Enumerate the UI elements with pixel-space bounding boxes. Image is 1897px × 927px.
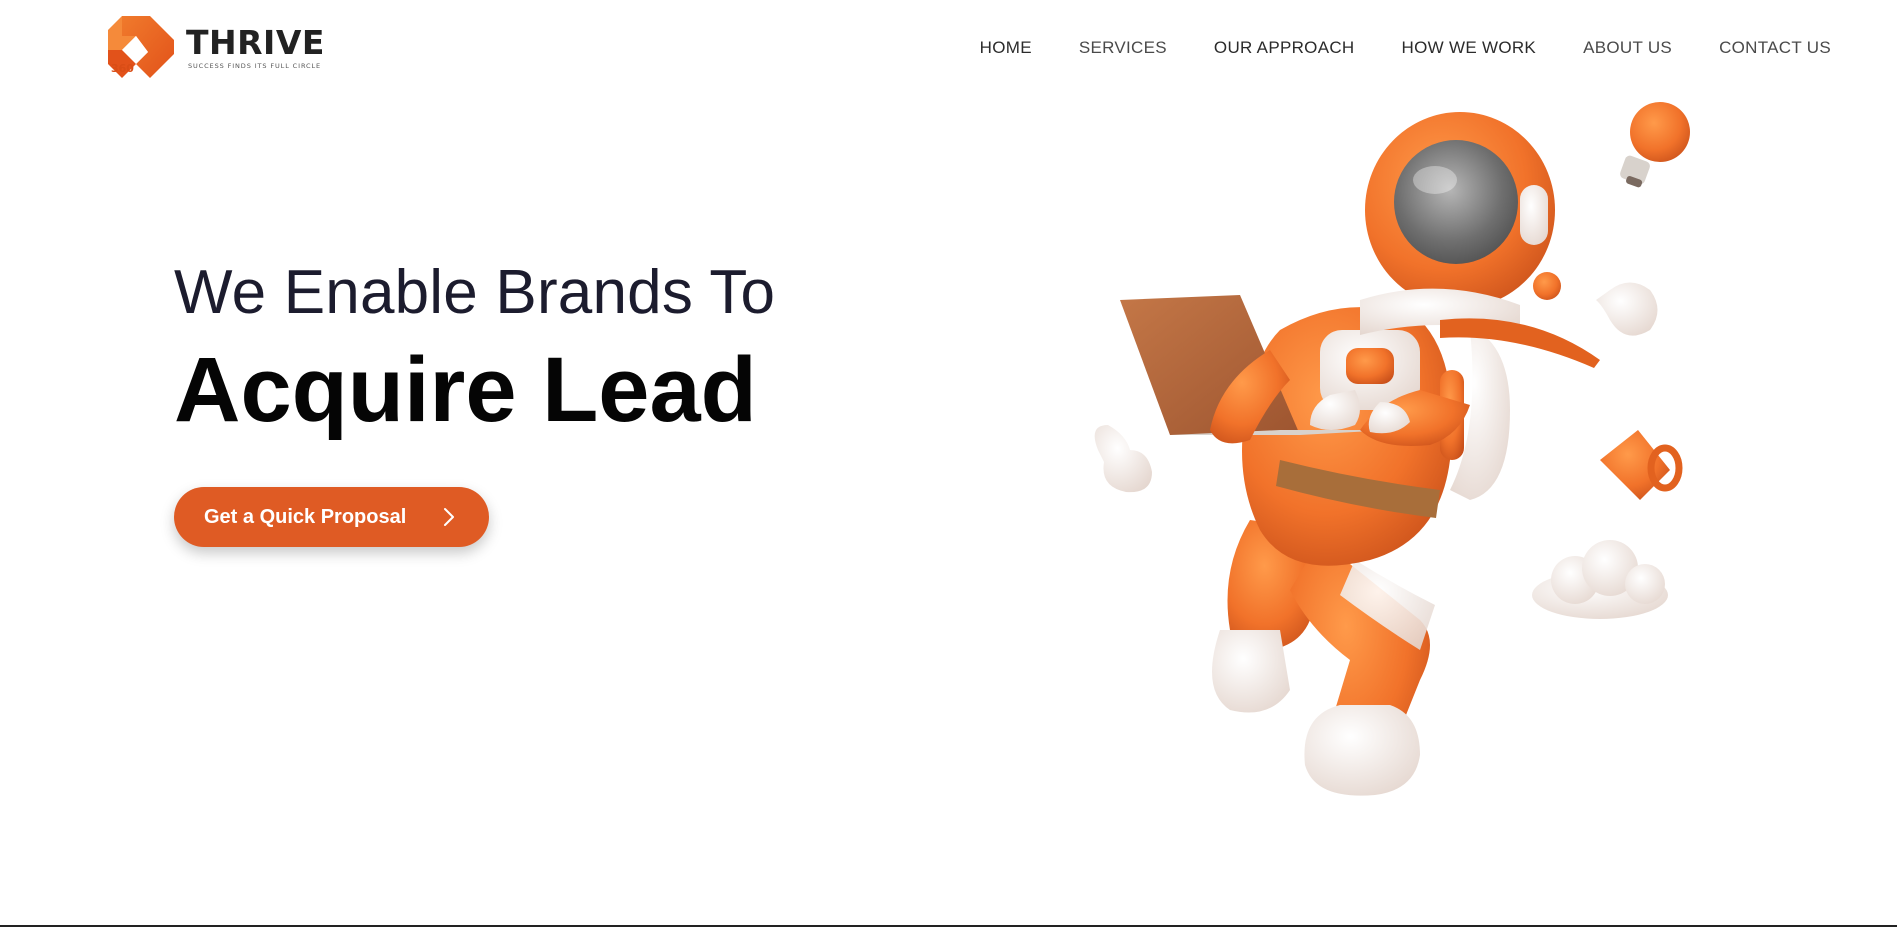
nav-our-approach[interactable]: OUR APPROACH <box>1214 38 1355 58</box>
hero-headline: Acquire Lead <box>174 339 757 441</box>
logo-badge: 360 <box>111 62 134 75</box>
hero-subhead: We Enable Brands To <box>174 258 776 327</box>
nav-services[interactable]: SERVICES <box>1079 38 1167 58</box>
nav-contact-us[interactable]: CONTACT US <box>1719 38 1831 58</box>
quick-proposal-button[interactable]: Get a Quick Proposal <box>174 487 489 547</box>
chevron-right-icon <box>444 508 454 526</box>
brand-logo[interactable]: 360 THRIVE SUCCESS FINDS ITS FULL CIRCLE <box>108 14 338 80</box>
cloud-icon <box>1532 540 1668 619</box>
quick-proposal-label: Get a Quick Proposal <box>204 505 407 528</box>
lightbulb-icon <box>1620 102 1690 188</box>
logo-tagline: SUCCESS FINDS ITS FULL CIRCLE <box>188 62 322 70</box>
nav-home[interactable]: HOME <box>980 38 1032 58</box>
nav-how-we-work[interactable]: HOW WE WORK <box>1402 38 1537 58</box>
hero-heading-block: We Enable Brands To Acquire Lead <box>174 258 776 441</box>
main-nav: HOME SERVICES OUR APPROACH HOW WE WORK A… <box>933 38 1831 58</box>
astronaut-illustration <box>1094 102 1690 796</box>
logo-wordmark: THRIVE <box>186 23 325 62</box>
landing-page: 360 THRIVE SUCCESS FINDS ITS FULL CIRCLE… <box>0 0 1897 927</box>
mug-icon <box>1600 430 1683 500</box>
nav-about-us[interactable]: ABOUT US <box>1583 38 1672 58</box>
site-header: 360 THRIVE SUCCESS FINDS ITS FULL CIRCLE… <box>0 0 1897 100</box>
